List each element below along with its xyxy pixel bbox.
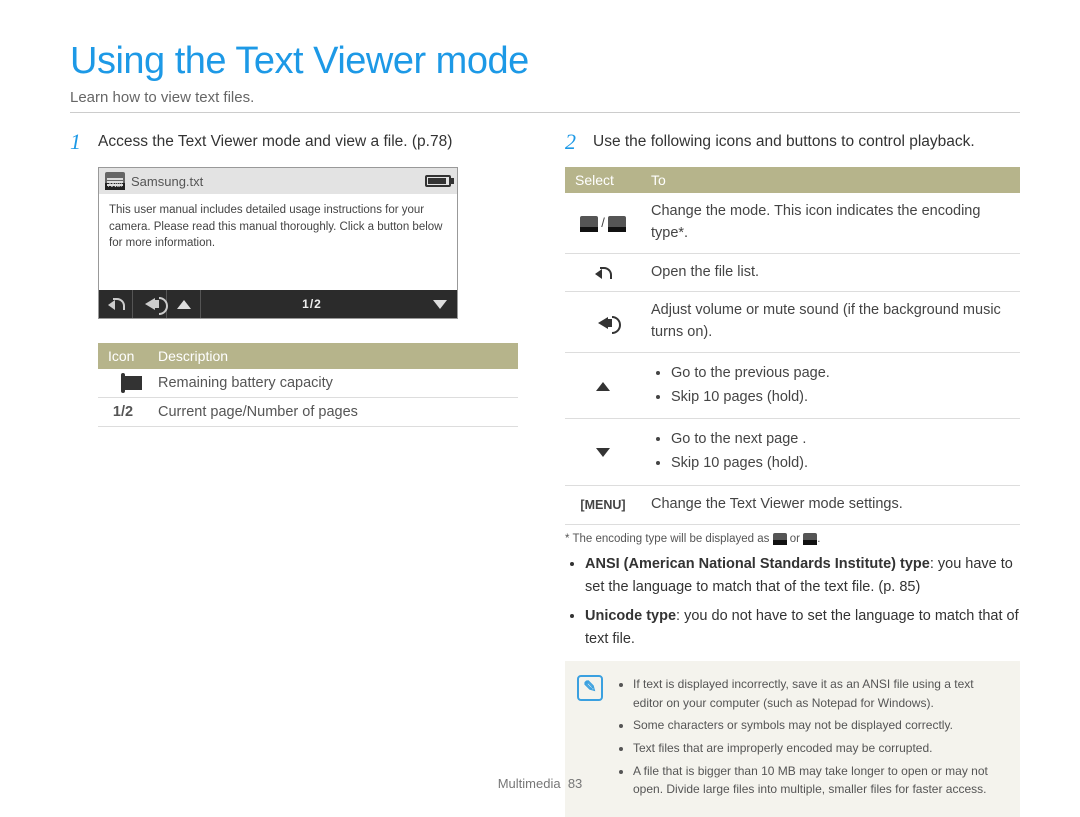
device-pager: 1/2 xyxy=(201,290,423,318)
pager-label: 1/2 xyxy=(98,398,148,427)
device-up-button[interactable] xyxy=(167,290,201,318)
sel-to-menu: Change the Text Viewer mode settings. xyxy=(641,485,1020,524)
table-row: / Change the mode. This icon indicates t… xyxy=(565,193,1020,253)
info-note-3: Text files that are improperly encoded m… xyxy=(633,739,1004,758)
device-down-button[interactable] xyxy=(423,290,457,318)
battery-icon xyxy=(425,175,451,187)
icon-description-table: Icon Description Remaining battery capac… xyxy=(98,343,518,427)
sel-head-to: To xyxy=(641,167,1020,193)
desc-head-desc: Description xyxy=(148,343,518,369)
info-note-1: If text is displayed incorrectly, save i… xyxy=(633,675,1004,712)
table-row: Adjust volume or mute sound (if the back… xyxy=(565,292,1020,353)
page-footer: Multimedia 83 xyxy=(0,776,1080,791)
table-row: Remaining battery capacity xyxy=(98,369,518,398)
table-row: [MENU] Change the Text Viewer mode setti… xyxy=(565,485,1020,524)
list-item: ANSI (American National Standards Instit… xyxy=(585,553,1020,599)
uni-encoding-icon xyxy=(608,216,626,232)
table-row: Go to the previous page. Skip 10 pages (… xyxy=(565,352,1020,419)
sel-head-select: Select xyxy=(565,167,641,193)
device-volume-button[interactable] xyxy=(133,290,167,318)
sel-to-back: Open the file list. xyxy=(641,253,1020,292)
text-viewer-screenshot: ANSI Samsung.txt This user manual includ… xyxy=(98,167,458,319)
table-row: Go to the next page . Skip 10 pages (hol… xyxy=(565,419,1020,486)
sel-to-encoding: Change the mode. This icon indicates the… xyxy=(641,193,1020,253)
step-2-text: Use the following icons and buttons to c… xyxy=(593,131,975,153)
menu-label: [MENU] xyxy=(580,498,625,512)
chevron-up-icon xyxy=(596,382,610,391)
speaker-icon xyxy=(598,317,608,329)
encoding-footnote: * The encoding type will be displayed as… xyxy=(565,533,1020,545)
sel-dn-b1: Go to the next page . xyxy=(671,429,1010,451)
desc-head-icon: Icon xyxy=(98,343,148,369)
slash: / xyxy=(601,215,608,230)
info-note-2: Some characters or symbols may not be di… xyxy=(633,716,1004,735)
divider xyxy=(70,112,1020,113)
ansi-encoding-icon xyxy=(773,533,787,545)
ansi-encoding-icon xyxy=(580,216,598,232)
device-filename: Samsung.txt xyxy=(131,174,203,189)
encoding-explanation-list: ANSI (American National Standards Instit… xyxy=(565,553,1020,652)
sel-dn-b2: Skip 10 pages (hold). xyxy=(671,453,1010,475)
list-item: Unicode type: you do not have to set the… xyxy=(585,605,1020,651)
battery-icon xyxy=(121,373,125,393)
step-1-text: Access the Text Viewer mode and view a f… xyxy=(98,131,452,153)
page-title: Using the Text Viewer mode xyxy=(70,40,1020,83)
info-icon: ✎ xyxy=(577,675,603,701)
desc-battery: Remaining battery capacity xyxy=(148,369,518,398)
sel-to-speaker: Adjust volume or mute sound (if the back… xyxy=(641,292,1020,353)
device-back-button[interactable] xyxy=(99,290,133,318)
sel-up-b1: Go to the previous page. xyxy=(671,363,1010,385)
page-subtitle: Learn how to view text files. xyxy=(70,89,1020,106)
table-row: Open the file list. xyxy=(565,253,1020,292)
sel-up-b2: Skip 10 pages (hold). xyxy=(671,387,1010,409)
step-2-number: 2 xyxy=(565,131,583,153)
step-1-number: 1 xyxy=(70,131,88,153)
chevron-down-icon xyxy=(596,448,610,457)
ansi-doc-icon: ANSI xyxy=(105,172,125,190)
back-icon xyxy=(595,266,611,280)
uni-encoding-icon xyxy=(803,533,817,545)
table-row: 1/2 Current page/Number of pages xyxy=(98,398,518,427)
info-note-box: ✎ If text is displayed incorrectly, save… xyxy=(565,661,1020,817)
desc-pager: Current page/Number of pages xyxy=(148,398,518,427)
device-body-text: This user manual includes detailed usage… xyxy=(99,194,457,290)
select-to-table: Select To / Change the mode. This icon i… xyxy=(565,167,1020,525)
